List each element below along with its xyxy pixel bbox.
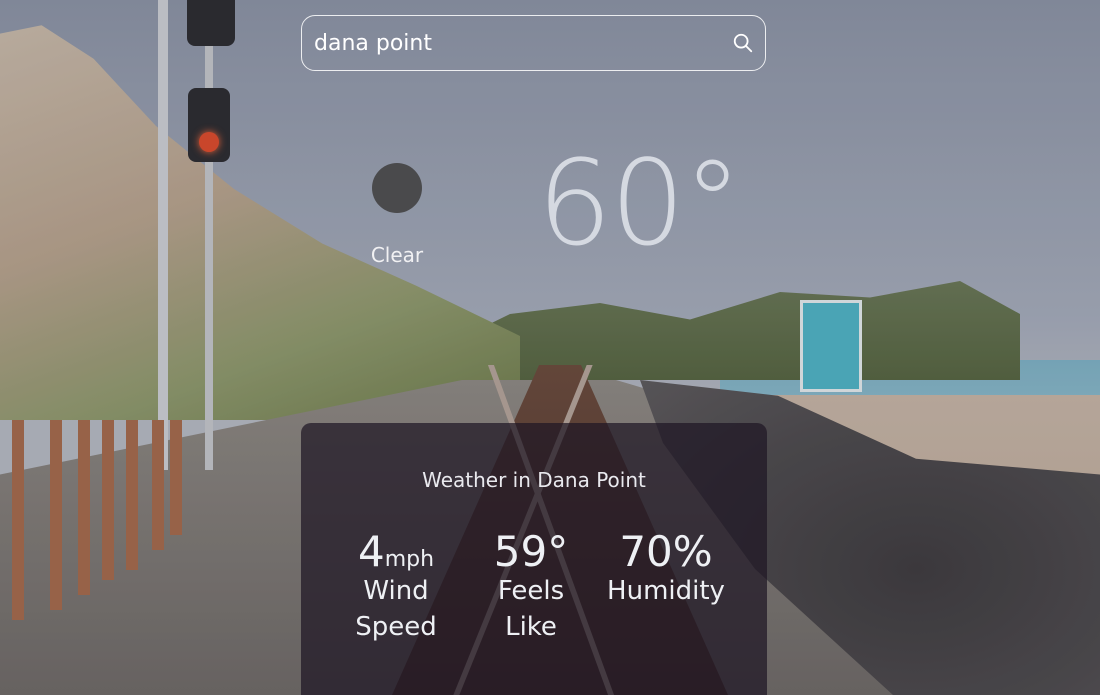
condition-label: Clear: [370, 243, 424, 267]
wind-speed-unit: mph: [384, 547, 435, 572]
humidity-value: 70%: [619, 527, 713, 576]
weather-details-panel: Weather in Dana Point 4mph Wind Speed 59…: [301, 423, 767, 695]
search-icon: [733, 33, 753, 53]
wind-speed-stat: 4mph Wind Speed: [341, 527, 451, 646]
search-button[interactable]: [721, 21, 765, 65]
feels-like-label-1: Feels: [497, 576, 565, 607]
current-temperature: 60°: [537, 134, 742, 272]
feels-like-label-2: Like: [505, 611, 557, 642]
weather-condition-icon: [372, 163, 422, 213]
wind-speed-label-2: Speed: [355, 611, 437, 642]
humidity-stat: 70% Humidity: [601, 527, 731, 610]
feels-like-stat: 59° Feels Like: [491, 527, 571, 646]
search-input[interactable]: [302, 16, 721, 70]
feels-like-value: 59°: [493, 527, 569, 576]
wind-speed-value: 4: [357, 527, 385, 576]
wind-speed-value-row: 4mph: [341, 527, 451, 576]
search-bar: [301, 15, 766, 71]
humidity-label: Humidity: [607, 576, 725, 607]
wind-speed-label-1: Wind: [363, 576, 429, 607]
panel-title: Weather in Dana Point: [422, 468, 646, 492]
